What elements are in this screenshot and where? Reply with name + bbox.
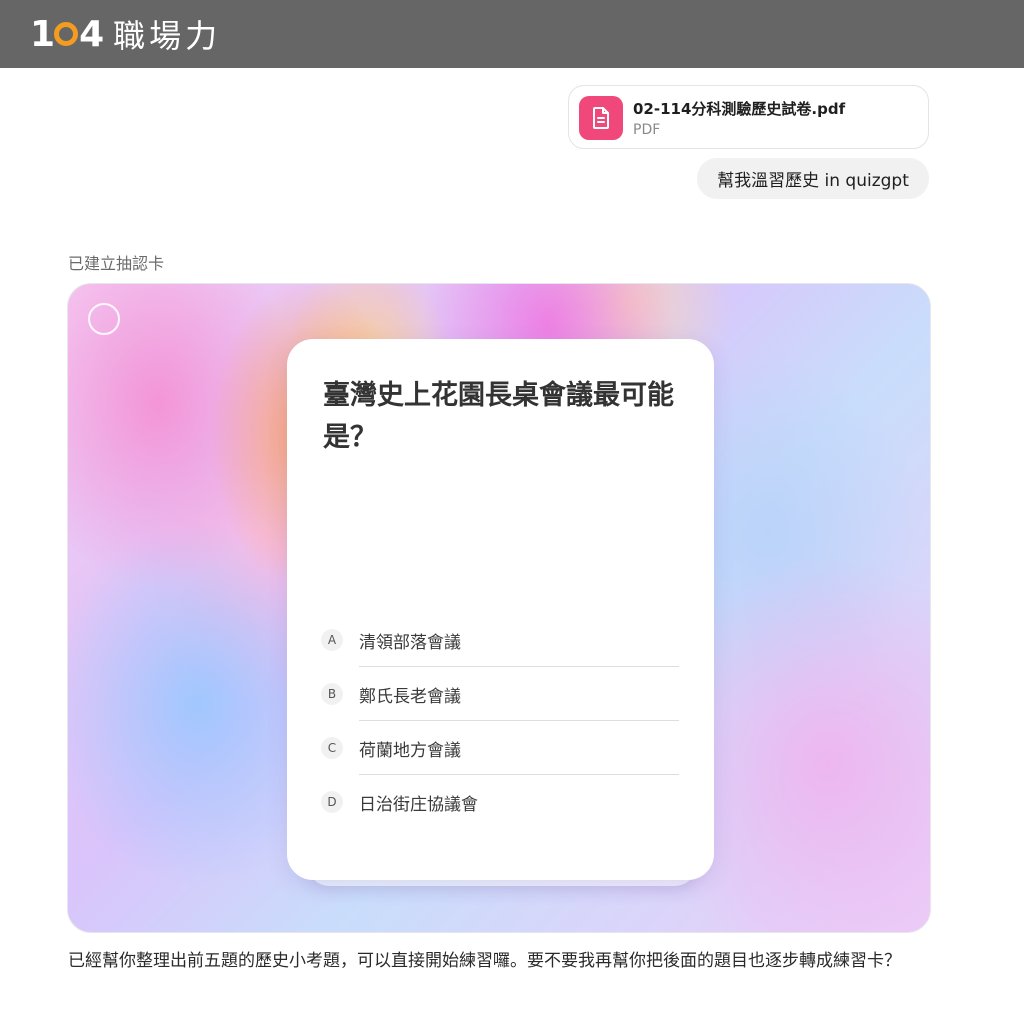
option-text: 鄭氏長老會議 [359,687,461,707]
loading-spinner-icon [88,303,120,335]
option-letter-badge: D [321,791,343,813]
user-message-bubble: 幫我溫習歷史 in quizgpt [697,158,929,199]
answer-option-d[interactable]: D 日治街庄協議會 [321,775,679,829]
answer-option-c[interactable]: C 荷蘭地方會議 [321,721,679,775]
option-letter-badge: C [321,737,343,759]
option-text: 日治街庄協議會 [359,795,478,815]
logo-ring-icon [54,22,79,46]
flashcard-panel: 臺灣史上花園長桌會議最可能是？ A 清領部落會議 B 鄭氏長老會議 C 荷蘭地方… [67,283,931,933]
assistant-status-label: 已建立抽認卡 [68,254,165,273]
flashcard[interactable]: 臺灣史上花園長桌會議最可能是？ A 清領部落會議 B 鄭氏長老會議 C 荷蘭地方… [287,339,714,880]
assistant-reply-text: 已經幫你整理出前五題的歷史小考題，可以直接開始練習囉。要不要我再幫你把後面的題目… [68,951,901,971]
top-bar: 14 職場力 [0,0,1024,68]
logo-digit-four: 4 [79,13,104,55]
option-letter-badge: A [321,629,343,651]
attachment-file-name: 02-114分科測驗歷史試卷.pdf [633,100,846,118]
answer-option-a[interactable]: A 清領部落會議 [321,613,679,667]
attachment-file-type: PDF [633,122,661,138]
logo-number: 14 [30,13,104,55]
option-letter-badge: B [321,683,343,705]
logo-text: 職場力 [113,17,222,55]
logo-digit-one: 1 [30,13,55,55]
document-icon [579,96,623,140]
attachment-card[interactable]: 02-114分科測驗歷史試卷.pdf PDF [568,85,929,149]
option-text: 荷蘭地方會議 [359,741,461,761]
quiz-question: 臺灣史上花園長桌會議最可能是？ [323,380,674,453]
brand-logo[interactable]: 14 職場力 [30,13,222,56]
answer-option-b[interactable]: B 鄭氏長老會議 [321,667,679,721]
option-text: 清領部落會議 [359,633,461,653]
answer-options: A 清領部落會議 B 鄭氏長老會議 C 荷蘭地方會議 D 日治街庄協議會 [321,613,679,829]
